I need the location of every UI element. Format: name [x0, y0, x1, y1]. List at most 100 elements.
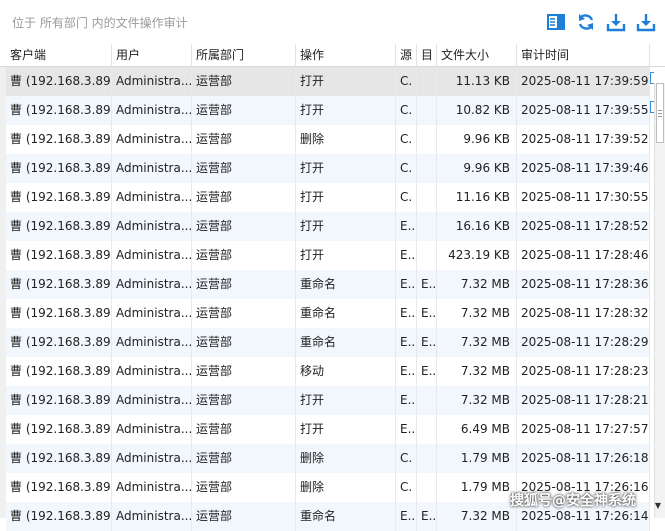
cell-department: 运营部	[192, 502, 296, 531]
cell-client: 曹 (192.168.3.89)	[6, 96, 112, 125]
cell-user: Administra...	[112, 502, 192, 531]
cell-operation: 打开	[296, 415, 396, 444]
scrollbar-thumb[interactable]	[656, 83, 664, 143]
cell-user: Administra...	[112, 357, 192, 386]
scroll-down-arrow-icon[interactable]: ▼	[652, 500, 664, 512]
cell-user: Administra...	[112, 154, 192, 183]
cell-user: Administra...	[112, 444, 192, 473]
column-header-client[interactable]: 客户端	[6, 44, 112, 66]
column-header-operation[interactable]: 操作	[296, 44, 396, 66]
cell-operation: 重命名	[296, 328, 396, 357]
export-icon	[636, 14, 656, 32]
panel-toggle-button[interactable]	[545, 11, 567, 33]
cell-client: 曹 (192.168.3.89)	[6, 154, 112, 183]
cell-department: 运营部	[192, 415, 296, 444]
table-row[interactable]: 曹 (192.168.3.89) Administra... 运营部 打开 C. 11.1…	[6, 67, 650, 96]
cell-file-size: 7.32 MB	[437, 386, 517, 415]
cell-target: E..	[417, 270, 437, 299]
cell-client: 曹 (192.168.3.89)	[6, 415, 112, 444]
cell-client: 曹 (192.168.3.89)	[6, 270, 112, 299]
download-icon	[606, 14, 626, 32]
cell-department: 运营部	[192, 444, 296, 473]
cell-target: E..	[417, 328, 437, 357]
cell-client: 曹 (192.168.3.89)	[6, 357, 112, 386]
vertical-scrollbar[interactable]	[654, 83, 665, 518]
table-row[interactable]: 曹 (192.168.3.89) Administra... 运营部 移动 E.. E..…	[6, 357, 650, 386]
refresh-button[interactable]	[575, 11, 597, 33]
cell-source: C.	[396, 154, 417, 183]
cell-user: Administra...	[112, 270, 192, 299]
table-row[interactable]: 曹 (192.168.3.89) Administra... 运营部 重命名 E.. E.…	[6, 299, 650, 328]
column-header-file-size[interactable]: 文件大小	[437, 44, 517, 66]
cell-user: Administra...	[112, 67, 192, 96]
cell-user: Administra...	[112, 241, 192, 270]
cell-department: 运营部	[192, 299, 296, 328]
cell-department: 运营部	[192, 473, 296, 502]
cell-audit-time: 2025-08-11 17:28:29	[517, 328, 650, 357]
table-row[interactable]: 曹 (192.168.3.89) Administra... 运营部 打开 E.. 423…	[6, 241, 650, 270]
cell-audit-time: 2025-08-11 17:28:23	[517, 357, 650, 386]
export-button[interactable]	[635, 11, 657, 33]
column-header-source[interactable]: 源	[396, 44, 417, 66]
cell-file-size: 7.32 MB	[437, 299, 517, 328]
column-header-audit-time[interactable]: 审计时间	[517, 44, 650, 66]
column-header-target[interactable]: 目	[417, 44, 437, 66]
cell-operation: 打开	[296, 241, 396, 270]
cell-user: Administra...	[112, 415, 192, 444]
cell-department: 运营部	[192, 212, 296, 241]
cell-file-size: 7.32 MB	[437, 270, 517, 299]
table-row[interactable]: 曹 (192.168.3.89) Administra... 运营部 重命名 E.. E.…	[6, 328, 650, 357]
table-row[interactable]: 曹 (192.168.3.89) Administra... 运营部 打开 C. 11.1…	[6, 183, 650, 212]
table-row[interactable]: 曹 (192.168.3.89) Administra... 运营部 打开 C. 10.8…	[6, 96, 650, 125]
thumb-grip-line	[658, 113, 662, 114]
table-row[interactable]: 曹 (192.168.3.89) Administra... 运营部 重命名 E.. E.…	[6, 270, 650, 299]
cell-file-size: 11.13 KB	[437, 67, 517, 96]
cell-source: C.	[396, 183, 417, 212]
table-row[interactable]: 曹 (192.168.3.89) Administra... 运营部 删除 C. 1.79…	[6, 444, 650, 473]
cell-operation: 打开	[296, 154, 396, 183]
cell-source: E..	[396, 241, 417, 270]
cell-source: E..	[396, 299, 417, 328]
cell-target	[417, 386, 437, 415]
cell-target	[417, 67, 437, 96]
cell-target	[417, 125, 437, 154]
cell-client: 曹 (192.168.3.89)	[6, 241, 112, 270]
cell-audit-time: 2025-08-11 17:30:55	[517, 183, 650, 212]
cell-source: C.	[396, 125, 417, 154]
cell-user: Administra...	[112, 125, 192, 154]
column-header-department[interactable]: 所属部门	[192, 44, 296, 66]
cell-user: Administra...	[112, 299, 192, 328]
table-row[interactable]: 曹 (192.168.3.89) Administra... 运营部 打开 E.. 6.4…	[6, 415, 650, 444]
breadcrumb: 位于 所有部门 内的文件操作审计	[12, 16, 188, 30]
row-edge-marker	[650, 101, 654, 113]
cell-source: E..	[396, 212, 417, 241]
cell-operation: 打开	[296, 183, 396, 212]
cell-file-size: 16.16 KB	[437, 212, 517, 241]
table-row[interactable]: 曹 (192.168.3.89) Administra... 运营部 删除 C. 9.96…	[6, 125, 650, 154]
cell-source: E..	[396, 386, 417, 415]
table-row[interactable]: 曹 (192.168.3.89) Administra... 运营部 打开 E.. 16.…	[6, 212, 650, 241]
cell-department: 运营部	[192, 125, 296, 154]
cell-audit-time: 2025-08-11 17:39:59	[517, 67, 650, 96]
cell-file-size: 9.96 KB	[437, 154, 517, 183]
cell-department: 运营部	[192, 67, 296, 96]
cell-audit-time: 2025-08-11 17:28:36	[517, 270, 650, 299]
top-bar: 位于 所有部门 内的文件操作审计	[0, 0, 665, 44]
table-row[interactable]: 曹 (192.168.3.89) Administra... 运营部 打开 E.. 7.3…	[6, 386, 650, 415]
column-header-user[interactable]: 用户	[112, 44, 192, 66]
cell-source: E..	[396, 328, 417, 357]
cell-target: E..	[417, 357, 437, 386]
cell-operation: 打开	[296, 67, 396, 96]
cell-user: Administra...	[112, 212, 192, 241]
cell-source: E..	[396, 502, 417, 531]
cell-file-size: 10.82 KB	[437, 96, 517, 125]
table-header: 客户端 用户 所属部门 操作 源 目 文件大小 审计时间	[0, 44, 665, 67]
table-row[interactable]: 曹 (192.168.3.89) Administra... 运营部 打开 C. 9.96…	[6, 154, 650, 183]
toolbar	[545, 11, 657, 33]
download-button[interactable]	[605, 11, 627, 33]
cell-client: 曹 (192.168.3.89)	[6, 212, 112, 241]
cell-target	[417, 444, 437, 473]
cell-client: 曹 (192.168.3.89)	[6, 67, 112, 96]
cell-client: 曹 (192.168.3.89)	[6, 125, 112, 154]
cell-operation: 重命名	[296, 299, 396, 328]
